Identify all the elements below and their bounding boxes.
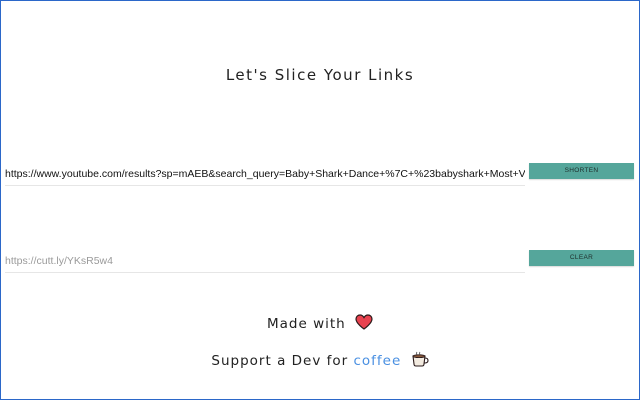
- support-prefix-text: Support a Dev for: [211, 353, 349, 369]
- clear-button[interactable]: CLEAR: [529, 250, 634, 266]
- long-url-input[interactable]: [5, 163, 525, 186]
- shorten-button[interactable]: SHORTEN: [529, 163, 634, 179]
- short-url-output[interactable]: [5, 250, 525, 273]
- support-line: Support a Dev for coffee: [0, 351, 640, 369]
- coffee-link[interactable]: coffee: [353, 353, 401, 369]
- page-title: Let's Slice Your Links: [225, 66, 415, 84]
- heart-icon: [355, 314, 373, 330]
- made-with-line: Made with: [0, 314, 640, 332]
- window-frame: [0, 0, 640, 400]
- coffee-cup-icon: [411, 351, 429, 367]
- made-with-text: Made with: [266, 316, 346, 332]
